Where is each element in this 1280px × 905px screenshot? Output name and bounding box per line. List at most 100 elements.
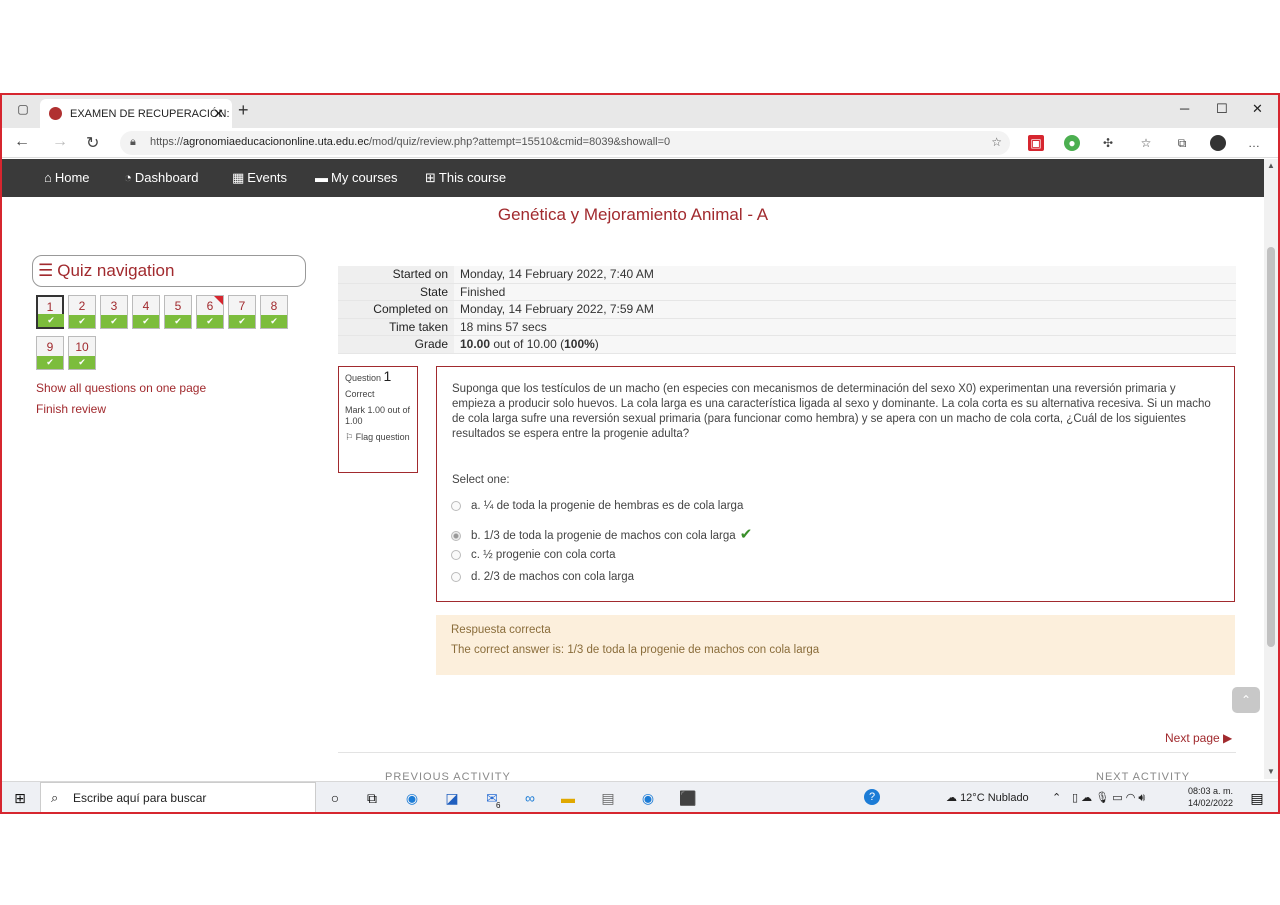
radio-button-selected[interactable] bbox=[451, 530, 461, 541]
scroll-down-icon[interactable]: ▼ bbox=[1267, 767, 1275, 776]
windows-start-icon[interactable]: ⊞ bbox=[10, 789, 30, 807]
weather-widget[interactable]: ☁ 12°C Nublado bbox=[946, 791, 1029, 804]
correct-answer-text: The correct answer is: 1/3 de toda la pr… bbox=[451, 644, 820, 656]
course-title: Genética y Mejoramiento Animal - A bbox=[497, 205, 769, 224]
finish-review-link[interactable]: Finish review bbox=[36, 402, 106, 416]
radio-button[interactable] bbox=[451, 500, 461, 511]
nav-my-courses[interactable]: ▬ My courses bbox=[315, 170, 397, 185]
quiz-nav-button[interactable]: 5 ✔ bbox=[164, 295, 192, 329]
quiz-nav-button[interactable]: 8 ✔ bbox=[260, 295, 288, 329]
edge-taskbar-icon[interactable]: ◉ bbox=[402, 789, 422, 807]
notifications-icon[interactable]: ▤ bbox=[1247, 789, 1267, 807]
microphone-icon[interactable]: 🎙︎ bbox=[1095, 792, 1109, 804]
mail-icon[interactable]: ✉ 6 bbox=[482, 789, 502, 810]
answer-option-d[interactable]: d. 2/3 de machos con cola larga bbox=[451, 571, 634, 583]
quiz-nav-number: 9 bbox=[46, 340, 54, 354]
grade-value: 10.00 out of 10.00 (100%) bbox=[454, 336, 599, 353]
task-view-icon[interactable]: ⧉ bbox=[362, 789, 382, 807]
snipping-tool-icon[interactable]: ◪ bbox=[442, 789, 462, 807]
maximize-icon[interactable]: ☐ bbox=[1216, 101, 1228, 117]
quiz-nav-button[interactable]: 10 ✔ bbox=[68, 336, 96, 370]
answer-option-c[interactable]: c. ½ progenie con cola corta bbox=[451, 549, 615, 561]
cortana-icon[interactable]: ○ bbox=[325, 789, 345, 807]
volume-icon[interactable]: 🔊︎ bbox=[1138, 792, 1145, 804]
back-icon[interactable]: ← bbox=[14, 133, 30, 151]
close-window-icon[interactable]: ✕ bbox=[1252, 101, 1263, 117]
refresh-icon[interactable]: ↻ bbox=[86, 133, 99, 153]
nav-events[interactable]: ▦ Events bbox=[232, 170, 287, 186]
more-menu-icon[interactable]: … bbox=[1246, 135, 1262, 151]
flag-question-link[interactable]: ⚐ Flag question bbox=[345, 432, 411, 443]
site-navbar: ⌂ Home ◔ Dashboard ▦ Events ▬ My courses ⊞ Th… bbox=[2, 159, 1264, 197]
quiz-nav-number: 3 bbox=[110, 299, 118, 313]
page-scrollbar[interactable]: ▲ ▼ bbox=[1264, 159, 1278, 779]
extensions-puzzle-icon[interactable]: ✣ bbox=[1100, 135, 1116, 151]
close-tab-icon[interactable]: ✕ bbox=[213, 106, 224, 122]
quiz-nav-button[interactable]: 3 ✔ bbox=[100, 295, 128, 329]
grade-percent: 100% bbox=[564, 337, 595, 351]
collections-icon[interactable]: ⧉ bbox=[1174, 135, 1190, 151]
quiz-nav-button[interactable]: 7 ✔ bbox=[228, 295, 256, 329]
url-field[interactable]: 🔒︎ https://agronomiaeducaciononline.uta.… bbox=[120, 131, 1010, 155]
check-icon: ✔ bbox=[133, 315, 159, 328]
nav-dashboard[interactable]: ◔ Dashboard bbox=[124, 170, 198, 185]
help-icon[interactable]: ? bbox=[864, 789, 880, 805]
screen: ▢ EXAMEN DE RECUPERACIÓN: At ✕ + ─ ☐ ✕ ←… bbox=[0, 93, 1280, 814]
teams-icon[interactable]: ⬛ bbox=[678, 789, 698, 807]
quiz-nav-number: 1 bbox=[46, 300, 54, 314]
browser-tab[interactable]: EXAMEN DE RECUPERACIÓN: At ✕ bbox=[40, 99, 232, 128]
back-to-top-button[interactable]: ⌃ bbox=[1232, 687, 1260, 713]
onedrive-icon[interactable]: ☁ bbox=[1081, 792, 1092, 804]
summary-row-state: State Finished bbox=[338, 283, 1236, 301]
menu-bars-icon: ☰ bbox=[38, 261, 54, 280]
photos-icon[interactable]: ▤ bbox=[598, 789, 618, 807]
answer-option-a[interactable]: a. ¼ de toda la progenie de hembras es d… bbox=[451, 500, 743, 512]
scroll-up-icon[interactable]: ▲ bbox=[1267, 161, 1275, 170]
scroll-thumb[interactable] bbox=[1267, 247, 1275, 647]
show-all-questions-link[interactable]: Show all questions on one page bbox=[36, 381, 206, 395]
dashboard-icon: ◔ bbox=[124, 170, 132, 185]
tablet-icon[interactable]: ▯ bbox=[1072, 792, 1078, 804]
new-tab-icon[interactable]: + bbox=[238, 100, 249, 121]
extension-pdf-icon[interactable]: ▣ bbox=[1028, 135, 1044, 151]
check-icon: ✔ bbox=[101, 315, 127, 328]
taskbar-clock[interactable]: 08:03 a. m. 14/02/2022 bbox=[1188, 785, 1233, 809]
favorites-icon[interactable]: ☆ bbox=[1138, 135, 1154, 151]
file-explorer-icon[interactable]: ▬ bbox=[558, 789, 578, 807]
state-value: Finished bbox=[460, 284, 506, 299]
quiz-nav-button[interactable]: 2 ✔ bbox=[68, 295, 96, 329]
profile-avatar[interactable] bbox=[1210, 135, 1226, 151]
taskbar-search-box[interactable]: ⌕ Escribe aquí para buscar bbox=[40, 782, 316, 812]
radio-button[interactable] bbox=[451, 549, 461, 560]
edge-icon[interactable]: ◉ bbox=[638, 789, 658, 807]
extension-green-icon[interactable]: ● bbox=[1064, 135, 1080, 151]
tab-actions-icon[interactable]: ▢ bbox=[12, 102, 34, 120]
nav-this-course[interactable]: ⊞ This course bbox=[425, 170, 506, 186]
summary-row-started: Started on Monday, 14 February 2022, 7:40… bbox=[338, 266, 1236, 284]
nav-home[interactable]: ⌂ Home bbox=[44, 170, 90, 185]
site-favicon-icon bbox=[49, 107, 62, 120]
quiz-nav-button[interactable]: 6 ✔ bbox=[196, 295, 224, 329]
forward-icon[interactable]: → bbox=[52, 133, 68, 151]
next-page-link[interactable]: Next page ▶ bbox=[1165, 731, 1232, 745]
radio-button[interactable] bbox=[451, 571, 461, 582]
answer-option-b[interactable]: b. 1/3 de toda la progenie de machos con… bbox=[451, 525, 752, 543]
nav-dashboard-label: Dashboard bbox=[134, 170, 199, 185]
address-bar: ← → ↻ 🔒︎ https://agronomiaeducaciononlin… bbox=[2, 128, 1278, 158]
favorite-star-icon[interactable]: ☆ bbox=[991, 135, 1002, 149]
wifi-icon[interactable]: ◠ bbox=[1126, 792, 1136, 804]
check-icon: ✔ bbox=[69, 356, 95, 369]
quiz-nav-button[interactable]: 4 ✔ bbox=[132, 295, 160, 329]
grade-mid: out of 10.00 ( bbox=[490, 337, 565, 351]
minimize-icon[interactable]: ─ bbox=[1180, 101, 1189, 116]
weather-text: 12°C Nublado bbox=[960, 792, 1029, 804]
question-mark: Mark 1.00 out of 1.00 bbox=[345, 405, 411, 426]
divider bbox=[338, 752, 1236, 753]
tray-chevron-icon[interactable]: ⌃ bbox=[1052, 791, 1061, 804]
infinity-app-icon[interactable]: ∞ bbox=[520, 789, 540, 807]
quiz-nav-button[interactable]: 9 ✔ bbox=[36, 336, 64, 370]
started-label: Started on bbox=[338, 266, 454, 283]
quiz-nav-button[interactable]: 1 ✔ bbox=[36, 295, 64, 329]
battery-icon[interactable]: ▭ bbox=[1112, 792, 1122, 804]
check-icon: ✔ bbox=[261, 315, 287, 328]
